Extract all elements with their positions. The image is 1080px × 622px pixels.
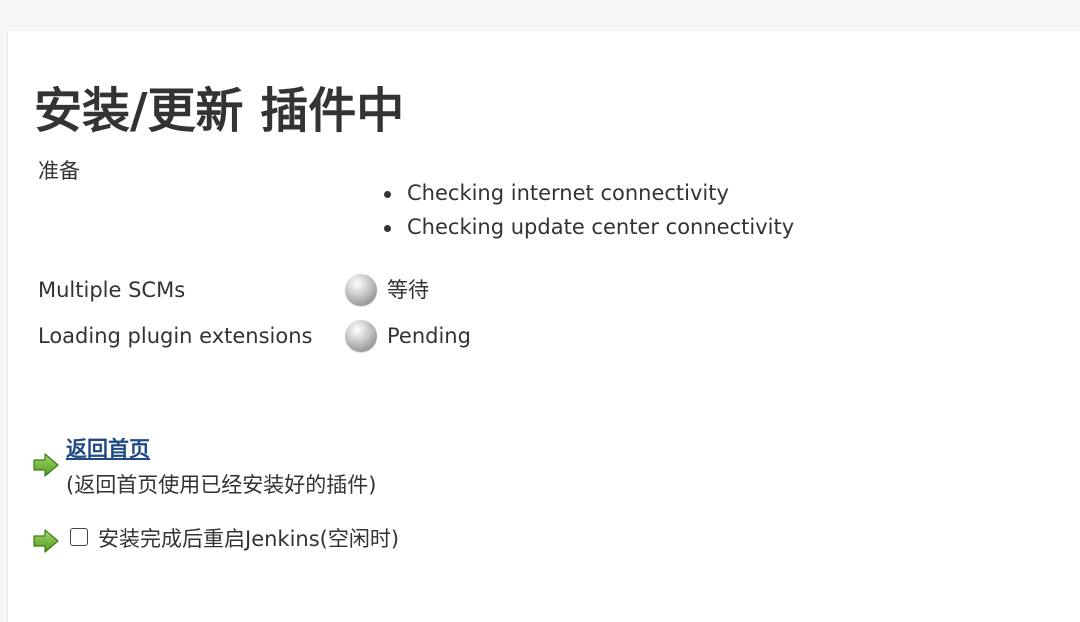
preparation-label: 准备 bbox=[38, 159, 80, 183]
home-link-description: (返回首页使用已经安装好的插件) bbox=[66, 473, 377, 497]
green-arrow-icon bbox=[33, 453, 59, 477]
restart-checkbox[interactable] bbox=[70, 528, 88, 546]
preparation-check-list: Checking internet connectivity Checking … bbox=[384, 176, 794, 244]
page-title: 安装/更新 插件中 bbox=[34, 83, 405, 139]
list-item: Checking internet connectivity bbox=[384, 176, 794, 210]
list-item: Checking update center connectivity bbox=[384, 210, 794, 244]
job-name: Multiple SCMs bbox=[38, 278, 186, 302]
job-status: Pending bbox=[387, 324, 471, 348]
browser-top-bar bbox=[0, 0, 1080, 31]
job-row-loading-plugin-extensions: Loading plugin extensions Pending bbox=[38, 318, 638, 354]
green-arrow-icon bbox=[33, 529, 59, 553]
job-name: Loading plugin extensions bbox=[38, 324, 313, 348]
restart-label[interactable]: 安装完成后重启Jenkins(空闲时) bbox=[98, 524, 399, 554]
home-link[interactable]: 返回首页 bbox=[66, 433, 150, 463]
job-status: 等待 bbox=[387, 278, 429, 302]
main-panel: 安装/更新 插件中 准备 Checking internet connectiv… bbox=[7, 31, 1080, 622]
job-row-multiple-scms: Multiple SCMs 等待 bbox=[38, 272, 638, 308]
gray-ball-icon bbox=[345, 320, 377, 352]
gray-ball-icon bbox=[345, 274, 377, 306]
